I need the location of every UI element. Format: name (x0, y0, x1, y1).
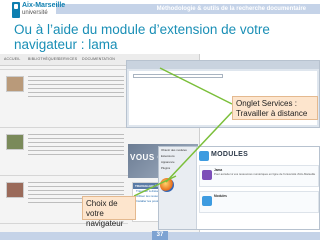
logo-mark-inner-icon (14, 4, 18, 9)
addons-sidebar-item[interactable]: Plugins (159, 165, 196, 171)
text-paragraph (28, 134, 124, 156)
tab-services[interactable]: SERVICES (58, 57, 77, 61)
addons-modules-screenshot: Obtenir des modules Extensions Apparence… (158, 146, 320, 230)
module-icon (202, 196, 212, 206)
module-name: Modules (214, 194, 227, 198)
lama-module-icon (202, 170, 212, 180)
modules-title: MODULES (211, 151, 249, 158)
browser-tab-strip (127, 61, 319, 69)
module-row[interactable]: Modules (199, 191, 319, 213)
slide-title: Ou à l’aide du module d’extension de vot… (14, 22, 270, 52)
text-paragraph (28, 76, 124, 98)
thumbnail-image (6, 76, 24, 92)
thumbnail-image (6, 134, 24, 150)
university-logo: Aix-Marseille université (12, 2, 65, 20)
services-tab-callout: Onglet Services : Travailler à distance (232, 96, 318, 120)
section-header-1 (0, 68, 128, 70)
navigator-choice-callout: Choix de votre navigateur (82, 196, 136, 228)
section-header-2 (0, 126, 128, 128)
modules-header: MODULES (199, 151, 319, 161)
tab-documentation[interactable]: DOCUMENTATION (82, 57, 115, 61)
header-strip: Méthodologie & outils de la recherche do… (56, 4, 320, 14)
lama-module-description: Pour accéder à vos ressources numériques… (214, 172, 316, 176)
section-header-3 (0, 174, 128, 176)
firefox-icon (160, 178, 174, 192)
thumbnail-image (6, 182, 24, 198)
logo-name: Aix-Marseille (22, 2, 66, 9)
tab-accueil[interactable]: ACCUEIL (4, 57, 21, 61)
puzzle-icon (199, 151, 209, 161)
tab-bibliotheques[interactable]: BIBLIOTHÈQUES (28, 57, 59, 61)
header-strip-text: Méthodologie & outils de la recherche do… (156, 6, 306, 12)
page-number: 37 (152, 231, 168, 240)
logo-subtitle: université (22, 10, 48, 16)
lama-module-row[interactable]: Jama Pour accéder à vos ressources numér… (199, 165, 319, 187)
browser-address-bar[interactable] (133, 74, 223, 78)
